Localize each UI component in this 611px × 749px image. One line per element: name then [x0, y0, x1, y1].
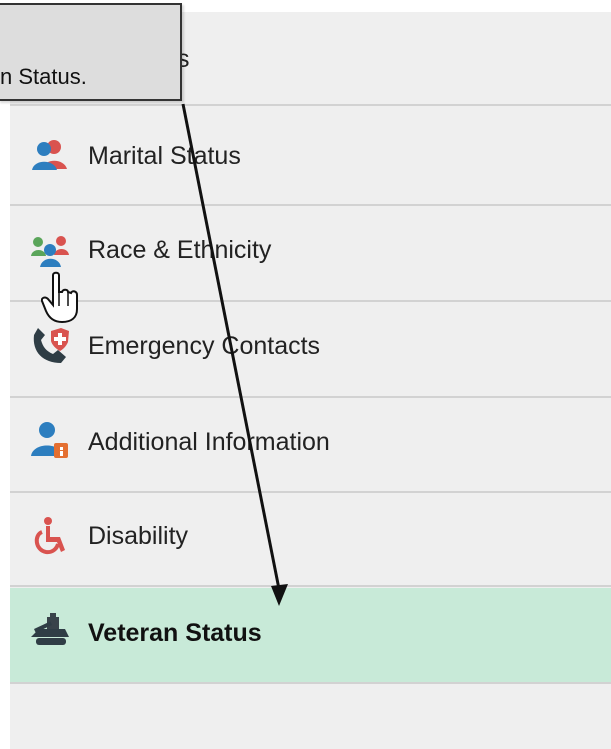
race-ethnicity-icon — [31, 236, 69, 267]
screenshot-stage: ddresses Marital Status Race & Ethnicity — [0, 0, 611, 749]
menu-item-label: Race & Ethnicity — [88, 236, 272, 264]
menu-item-label: Veteran Status — [88, 619, 262, 647]
additional-information-icon — [31, 422, 68, 458]
menu-item-additional-information[interactable]: Additional Information — [10, 399, 611, 493]
menu-item-label: Marital Status — [88, 142, 241, 170]
menu-item-disability[interactable]: Disability — [10, 493, 611, 587]
emergency-contact-icon — [33, 328, 69, 363]
menu-item-label: Additional Information — [88, 428, 330, 456]
wheelchair-icon — [34, 517, 65, 555]
menu-item-label: Emergency Contacts — [88, 332, 321, 360]
hand-pointer-icon — [41, 271, 78, 323]
marital-status-icon — [32, 140, 67, 170]
instruction-callout: n Status. — [0, 3, 182, 101]
menu-item-race-ethnicity[interactable]: Race & Ethnicity — [10, 208, 611, 302]
instruction-callout-text: n Status. — [0, 64, 87, 89]
menu-item-marital-status[interactable]: Marital Status — [10, 112, 611, 206]
menu-item-emergency-contacts[interactable]: Emergency Contacts — [10, 304, 611, 398]
veteran-icon — [31, 613, 69, 645]
menu-item-veteran-status[interactable]: Veteran Status — [10, 588, 611, 684]
menu-item-label: Disability — [88, 522, 189, 550]
